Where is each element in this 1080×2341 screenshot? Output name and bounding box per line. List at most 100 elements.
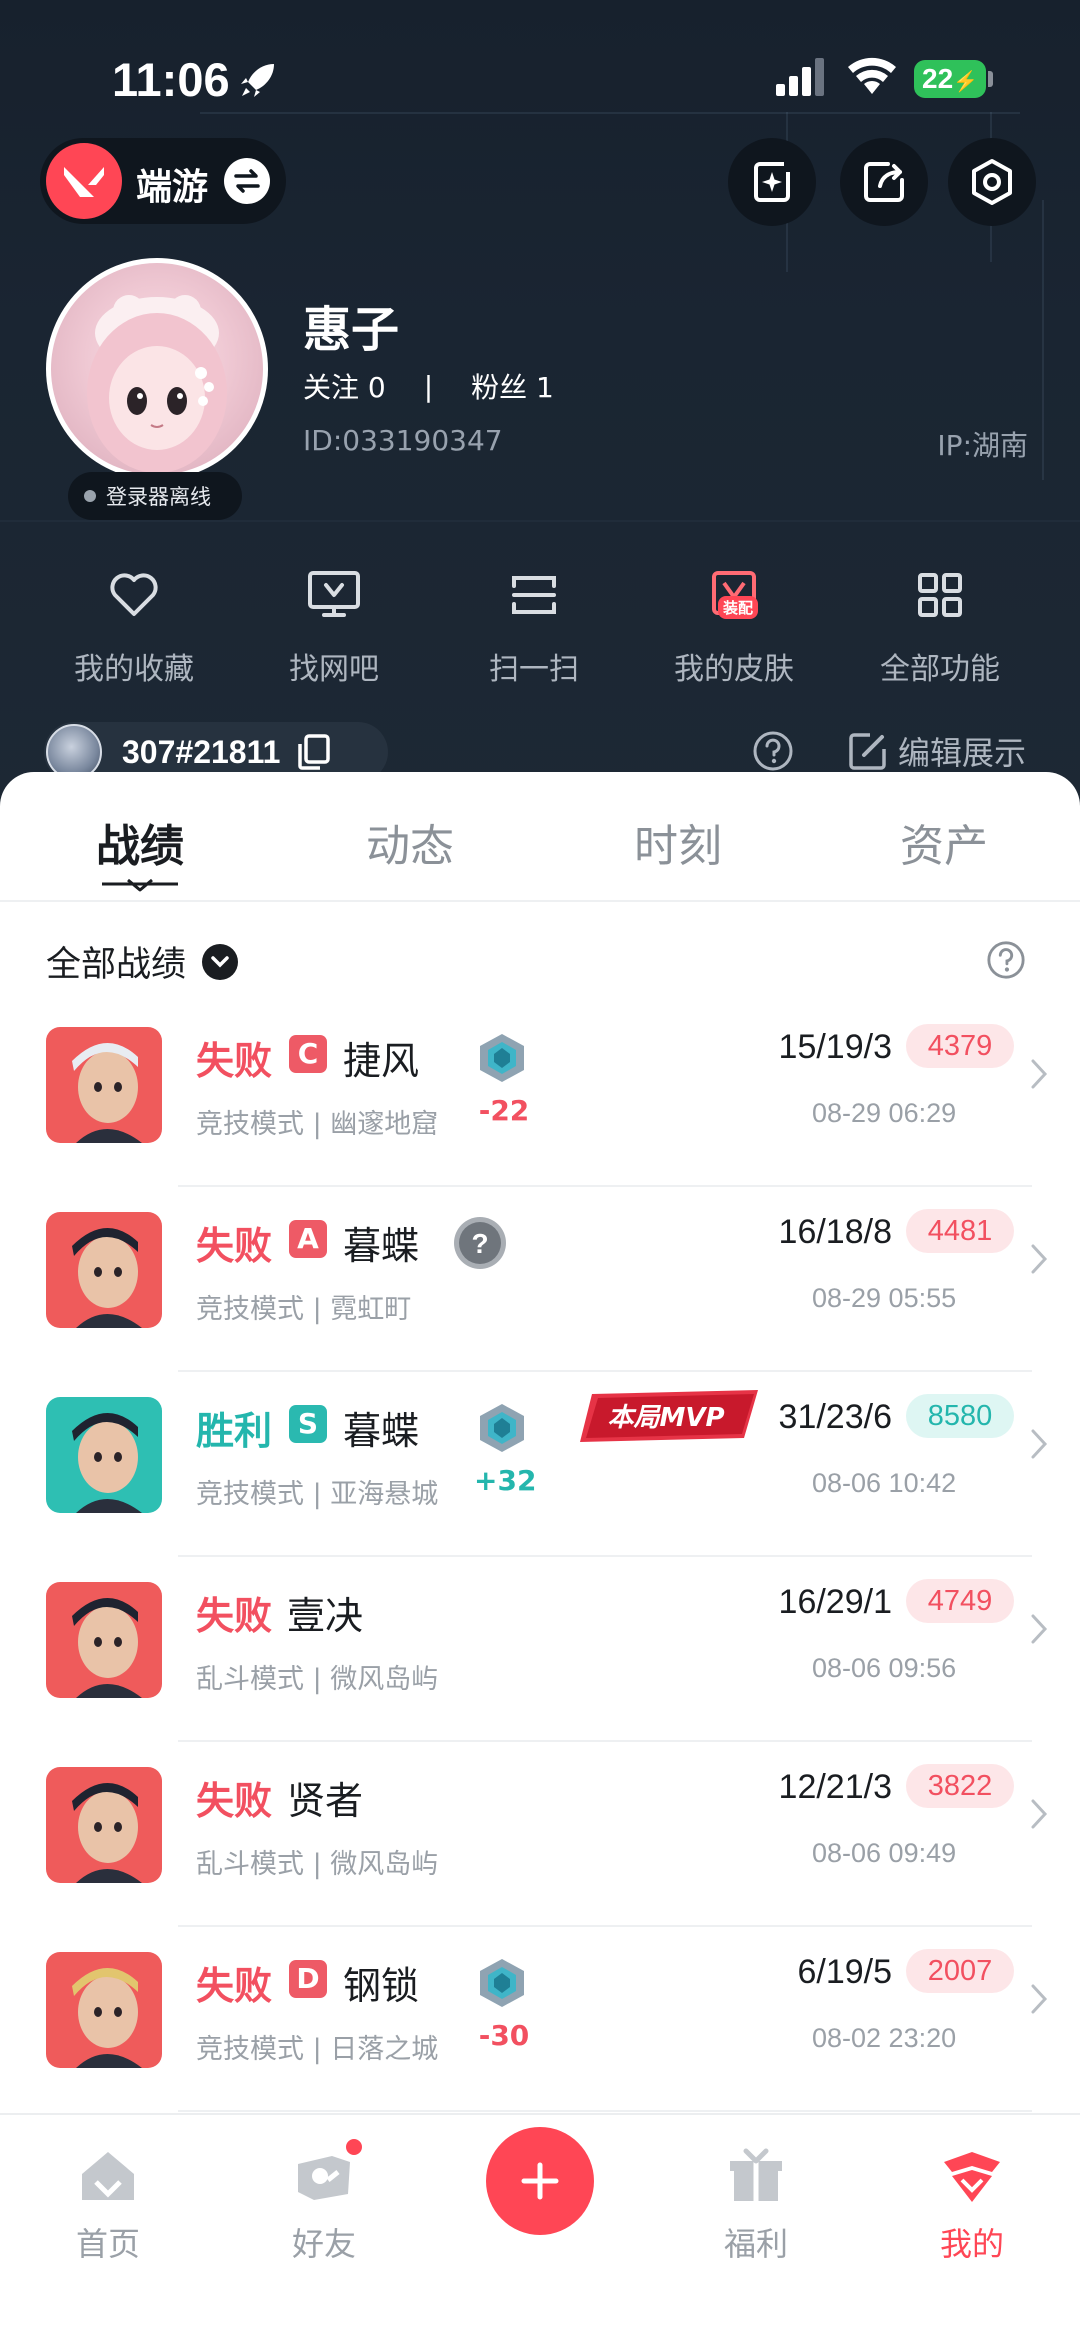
match-row[interactable]: 失败 D 钢锁 竞技模式 | 日落之城 -30 6/19/5 2007 08-0… [0,1927,1080,2112]
launcher-status-badge: 登录器离线 [68,472,242,520]
match-row[interactable]: 失败 壹决 乱斗模式 | 微风岛屿 16/29/1 4749 08-06 09:… [0,1557,1080,1742]
agent-name: 暮蝶 [343,1224,420,1268]
quick-action-skins[interactable]: 装配 我的皮肤 [634,560,834,688]
battery-indicator: 22⚡ [914,60,986,98]
match-row[interactable]: 失败 A 暮蝶 竞技模式 | 霓虹町 ? 16/18/8 4481 08-29 … [0,1187,1080,1372]
quick-action-favorites[interactable]: 我的收藏 [34,560,234,688]
match-mode: 乱斗模式 | 微风岛屿 [196,1664,439,1695]
equip-tag: 装配 [718,596,759,619]
switch-arrows-icon [224,158,270,204]
nav-label: 首页 [75,2225,140,2263]
gear-icon [972,159,1012,205]
agent-portrait [46,1212,162,1328]
tier-icon [474,1030,530,1090]
help-icon[interactable] [752,730,794,772]
quick-action-all[interactable]: 全部功能 [840,560,1040,688]
content-sheet: 战绩 动态 时刻 资产 全部战绩 失败 C 捷风 竞技模式 | 幽邃地窟 -22… [0,772,1080,2112]
record-filter-label: 全部战绩 [46,945,187,985]
rr-change: -30 [478,2019,530,2052]
agent-name: 暮蝶 [343,1409,420,1453]
stats-separator: | [423,369,434,403]
following-count[interactable]: 关注 0 [303,366,386,406]
kda: 31/23/6 [778,1398,892,1436]
tab-feed[interactable]: 动态 [310,810,510,874]
decor-line [1042,200,1044,480]
quick-action-label: 扫一扫 [489,652,579,687]
battery-level: 22 [922,63,954,94]
combat-score: 4481 [906,1209,1014,1253]
tier-icon [474,1400,530,1460]
settings-button[interactable] [948,138,1036,226]
chevron-right-icon [1031,1429,1048,1459]
match-row[interactable]: 失败 贤者 乱斗模式 | 微风岛屿 12/21/3 3822 08-06 09:… [0,1742,1080,1927]
chevron-down-icon [202,943,239,980]
decor-line [0,520,1080,522]
tab-record[interactable]: 战绩 [40,810,240,874]
account-name: 307#21811 [122,733,281,770]
quick-action-label: 我的收藏 [74,652,194,687]
avatar-illustration [87,295,227,473]
match-mode: 竞技模式 | 亚海悬城 [196,1479,439,1510]
match-row[interactable]: 胜利 S 暮蝶 竞技模式 | 亚海悬城 +32 本局MVP 31/23/6 85… [0,1372,1080,1557]
quick-action-scan[interactable]: 扫一扫 [434,560,634,688]
agent-portrait [46,1397,162,1513]
quick-action-label: 找网吧 [289,652,379,687]
profile-icon [944,2152,1000,2202]
friends-icon [298,2156,350,2200]
match-result: 失败 [196,1779,273,1823]
tier-icon [474,1955,530,2015]
kda: 16/18/8 [778,1213,892,1251]
rocket-icon [241,64,274,97]
agent-name: 钢锁 [343,1964,420,2008]
tab-assets[interactable]: 资产 [844,810,1044,874]
fans-count[interactable]: 粉丝 1 [471,366,554,406]
scan-icon [512,576,556,614]
match-row[interactable]: 失败 C 捷风 竞技模式 | 幽邃地窟 -22 15/19/3 4379 08-… [0,1002,1080,1187]
quick-action-find-cafe[interactable]: 找网吧 [234,560,434,688]
nav-profile[interactable]: 我的 [892,2141,1052,2265]
match-date: 08-29 05:55 [812,1283,957,1313]
create-post-button[interactable] [486,2127,594,2235]
profile-header: 11:06 22⚡ 端游 登录器离线 惠子 关注 0 | 粉丝 1 ID:033… [0,0,1080,820]
avatar[interactable] [46,258,268,480]
grid-icon [918,573,962,617]
kda: 6/19/5 [797,1953,892,1991]
bottom-nav: 首页 好友 福利 我的 [0,2113,1080,2341]
match-result: 失败 [196,1039,273,1083]
kda: 12/21/3 [778,1768,892,1806]
copy-icon[interactable] [296,734,331,770]
nav-welfare[interactable]: 福利 [676,2141,836,2265]
unknown-tier-icon: ? [452,1215,508,1275]
rr-change: -22 [478,1094,530,1127]
combat-score: 4379 [906,1024,1014,1068]
gift-icon [730,2148,782,2201]
agent-name: 捷风 [343,1039,420,1083]
rr-change: +32 [474,1464,537,1497]
chevron-right-icon [1031,1059,1048,1089]
nav-home[interactable]: 首页 [28,2141,188,2265]
tab-indicator [102,878,178,892]
match-mode: 竞技模式 | 幽邃地窟 [196,1109,439,1140]
match-result: 失败 [196,1594,273,1638]
share-button[interactable] [840,138,928,226]
battery-tip [988,71,993,87]
match-result: 失败 [196,1964,273,2008]
username: 惠子 [303,302,400,358]
card-add-button[interactable] [728,138,816,226]
kda: 16/29/1 [778,1583,892,1621]
nav-friends[interactable]: 好友 [244,2137,404,2265]
edit-showcase-button[interactable]: 编辑展示 [846,728,1026,774]
platform-switch[interactable]: 端游 [40,138,286,224]
combat-score: 3822 [906,1764,1014,1808]
match-date: 08-02 23:20 [812,2023,957,2053]
rank-badge: A [289,1220,327,1258]
record-filter[interactable]: 全部战绩 [46,936,239,987]
status-dot [84,490,96,502]
tab-moments[interactable]: 时刻 [578,810,778,874]
chevron-right-icon [1031,1984,1048,2014]
mvp-label: 本局MVP [607,1403,724,1433]
agent-portrait [46,1767,162,1883]
status-time: 11:06 [112,53,230,106]
help-icon[interactable] [986,940,1026,980]
match-date: 08-06 09:49 [812,1838,957,1868]
